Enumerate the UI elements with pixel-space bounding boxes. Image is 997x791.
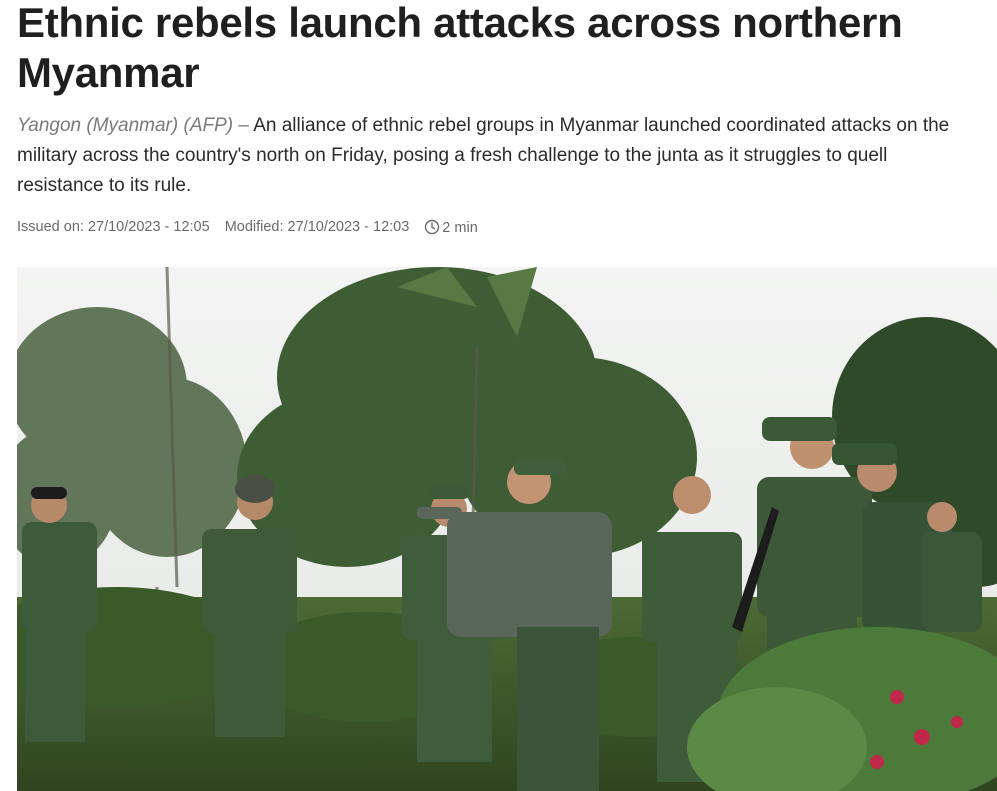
- article-lead: Yangon (Myanmar) (AFP) – An alliance of …: [17, 111, 977, 201]
- dateline-separator: –: [238, 115, 249, 136]
- read-time: 2 min: [424, 219, 478, 236]
- issued-date: Issued on: 27/10/2023 - 12:05: [17, 219, 210, 235]
- article: Ethnic rebels launch attacks across nort…: [17, 0, 992, 237]
- soldiers-in-jungle-photo: [17, 267, 997, 791]
- article-meta: Issued on: 27/10/2023 - 12:05 Modified: …: [17, 217, 992, 237]
- modified-date: Modified: 27/10/2023 - 12:03: [224, 219, 410, 235]
- read-time-label: 2 min: [442, 219, 478, 236]
- article-photo[interactable]: [17, 267, 997, 791]
- clock-icon: [425, 219, 440, 234]
- headline: Ethnic rebels launch attacks across nort…: [17, 0, 903, 96]
- dateline: Yangon (Myanmar) (AFP): [17, 115, 234, 136]
